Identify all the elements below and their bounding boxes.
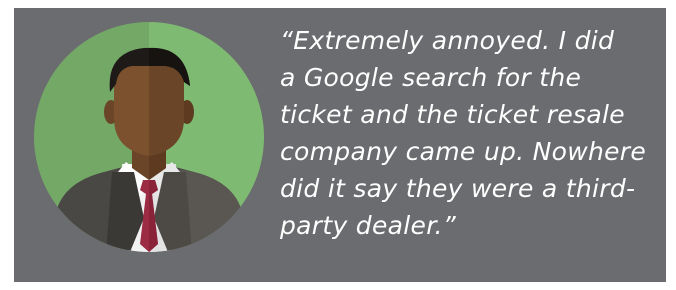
quote-line: did it say they were a third-: [280, 174, 636, 203]
quote-line: company came up. Nowhere: [280, 137, 647, 166]
quote-line: “Extremely annoyed. I did: [280, 26, 615, 55]
testimonial-card: “Extremely annoyed. I did a Google searc…: [14, 8, 666, 282]
testimonial-quote: “Extremely annoyed. I did a Google searc…: [280, 22, 660, 244]
quote-line: party dealer.”: [280, 211, 456, 240]
businessman-avatar-icon: [34, 22, 264, 252]
quote-line: a Google search for the: [280, 63, 582, 92]
quote-line: ticket and the ticket resale: [280, 100, 625, 129]
